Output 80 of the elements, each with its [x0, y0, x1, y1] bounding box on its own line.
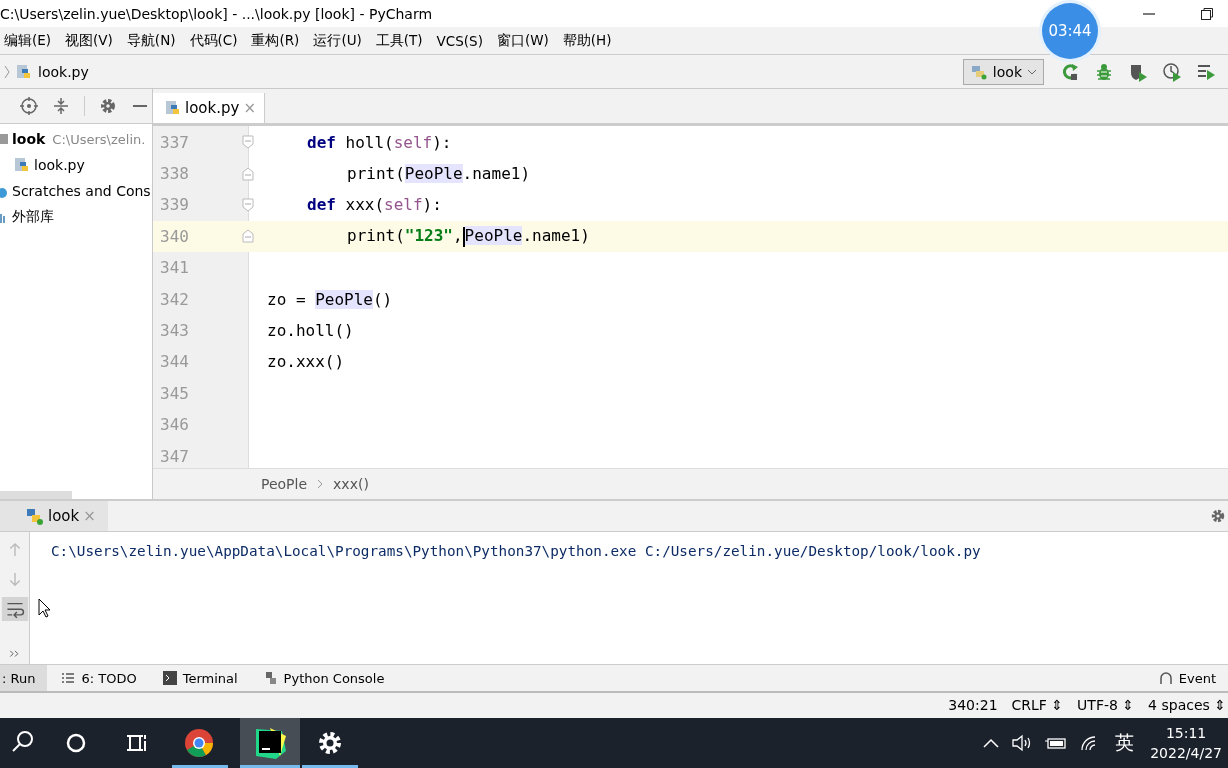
line-number: 340 [159, 226, 190, 246]
event-log-tab[interactable]: Event [1156, 665, 1228, 691]
locate-icon[interactable] [20, 97, 38, 116]
code-line: print(PeoPle.name1) [347, 164, 531, 184]
clock[interactable]: 15:11 2022/4/27 [1150, 723, 1228, 763]
menu-item[interactable]: VCS(S) [436, 32, 483, 49]
menu-item[interactable]: 重构(R) [251, 31, 300, 50]
line-number: 338 [159, 164, 190, 184]
soft-wrap-icon[interactable] [0, 596, 29, 622]
recorder-timer: 03:44 [1042, 3, 1098, 59]
menu-item[interactable]: 运行(U) [313, 31, 362, 50]
list-icon [61, 672, 76, 685]
folder-icon [0, 132, 8, 147]
profile-icon[interactable] [1162, 61, 1182, 82]
rerun-icon[interactable] [1060, 61, 1080, 82]
line-number: 345 [159, 383, 190, 403]
code-line: def holl(self): [307, 132, 452, 152]
code-line: zo.xxx() [267, 352, 345, 372]
line-number: 337 [159, 132, 190, 152]
python-file-icon [14, 157, 30, 174]
tool-window-tab[interactable]: Python Console [249, 665, 397, 691]
line-number: 343 [159, 321, 190, 340]
status-item[interactable]: 4 spaces ⇕ [1148, 697, 1226, 714]
tree-item[interactable]: look C:\Users\zelin. [0, 126, 152, 153]
menu-item[interactable]: 窗口(W) [496, 31, 549, 50]
status-item[interactable]: 340:21 [948, 697, 998, 714]
tool-window-tab[interactable]: : Run [0, 665, 48, 691]
tab-label: look.py [185, 99, 240, 118]
menu-item[interactable]: 帮助(H) [562, 31, 612, 50]
status-item[interactable]: UTF-8 ⇕ [1077, 697, 1135, 714]
line-number: 344 [159, 352, 190, 372]
breadcrumb-item[interactable]: PeoPle [261, 476, 308, 493]
menu-item[interactable]: 视图(V) [65, 31, 113, 50]
chevron-icon [317, 479, 324, 490]
code-line: def xxx(self): [307, 195, 442, 215]
tool-window-tab[interactable]: Terminal [148, 665, 250, 691]
line-number: 342 [159, 289, 190, 309]
chevron-down-icon [1027, 67, 1037, 76]
menu-item[interactable]: 编辑(E) [4, 31, 52, 50]
python-file-icon [16, 63, 32, 80]
menu-item[interactable]: 代码(C) [189, 31, 238, 50]
menu-item[interactable]: 导航(N) [126, 31, 176, 50]
terminal-icon [162, 671, 177, 686]
line-number: 347 [159, 446, 190, 466]
scrollbar[interactable] [0, 491, 72, 500]
run-config-dropdown[interactable]: look [962, 58, 1044, 85]
mouse-cursor-icon [38, 598, 52, 619]
breadcrumb-file[interactable]: look.py [38, 63, 89, 80]
line-number: 339 [159, 195, 190, 215]
tab-label: Event [1178, 670, 1216, 686]
python-run-icon [969, 63, 988, 80]
bug-icon[interactable] [1094, 61, 1114, 82]
battery-icon[interactable] [1045, 736, 1068, 750]
python-run-icon [24, 506, 44, 527]
python-file-icon [165, 100, 181, 117]
pycharm-icon[interactable] [240, 718, 300, 768]
tree-item[interactable]: look.py [0, 152, 152, 179]
status-item[interactable]: CRLF ⇕ [1011, 697, 1064, 714]
chevron-up-icon[interactable] [983, 738, 1000, 748]
code-line: print("123",PeoPle.name1) [347, 226, 590, 247]
more-icon[interactable] [8, 649, 21, 659]
line-number: 346 [159, 415, 190, 435]
tool-window-tab[interactable]: 6: TODO [47, 665, 149, 691]
code-line: zo = PeoPle() [267, 289, 393, 309]
line-number: 341 [159, 258, 190, 278]
code-line: zo.holl() [267, 321, 354, 340]
editor-tab[interactable]: look.py × [153, 93, 265, 124]
python-icon [263, 671, 278, 686]
restore-icon[interactable] [1200, 6, 1214, 21]
collapse-icon[interactable] [52, 97, 70, 116]
ime-indicator[interactable]: 英 [1115, 730, 1135, 756]
breadcrumb-item[interactable]: xxx() [333, 476, 369, 493]
window-title: C:\Users\zelin.yue\Desktop\look] - ...\look.py [look] - PyCharm [0, 5, 433, 22]
tab-label: look [48, 507, 80, 526]
menu-item[interactable]: 工具(T) [375, 31, 423, 50]
tree-item[interactable]: 外部库 [0, 204, 152, 231]
console-tab[interactable]: look × [0, 501, 108, 532]
tree-item[interactable]: Scratches and Cons [0, 178, 152, 205]
console-output: C:\Users\zelin.yue\AppData\Local\Programs\Python\Python37\python.exe C:/Users/zelin.yue/Desktop/look/look.py [51, 543, 981, 560]
chevron-icon [4, 64, 10, 79]
